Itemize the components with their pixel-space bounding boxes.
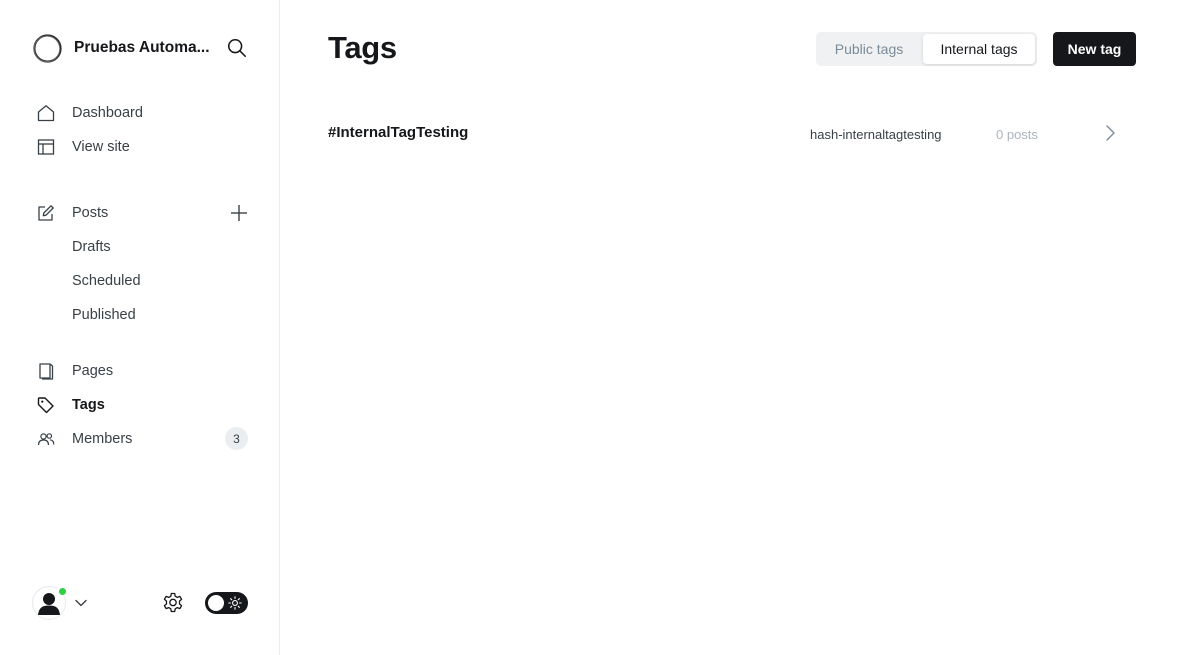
sun-icon — [228, 596, 242, 610]
tag-name[interactable]: #InternalTagTesting — [328, 124, 468, 141]
tab-internal-tags[interactable]: Internal tags — [923, 34, 1035, 64]
tab-public-tags[interactable]: Public tags — [818, 34, 920, 64]
main-content: Tags Public tags Internal tags New tag #… — [280, 0, 1184, 655]
nav-published[interactable]: Published — [32, 298, 252, 332]
site-name: Pruebas Automa... — [74, 39, 210, 56]
nav-members-label: Members — [72, 431, 133, 447]
nav-view-site[interactable]: View site — [32, 130, 252, 164]
home-icon — [37, 104, 55, 122]
nav-content: Pages Tags Members 3 — [32, 354, 252, 456]
nav-posts-label: Posts — [72, 205, 109, 221]
nav-drafts[interactable]: Drafts — [32, 230, 252, 264]
nav-posts-item[interactable]: Posts — [32, 196, 252, 230]
online-status-dot — [57, 586, 68, 597]
members-icon — [37, 430, 55, 448]
pencil-icon — [37, 204, 55, 222]
nav-pages[interactable]: Pages — [32, 354, 252, 388]
nav-dashboard-label: Dashboard — [72, 105, 143, 121]
sidebar-footer — [32, 586, 248, 620]
nav-scheduled-label: Scheduled — [72, 273, 141, 289]
site-brand[interactable]: Pruebas Automa... — [32, 32, 248, 64]
nav-posts: Posts Drafts Scheduled Published — [32, 196, 252, 332]
site-logo-icon — [33, 33, 62, 63]
user-avatar[interactable] — [32, 586, 68, 620]
nav-scheduled[interactable]: Scheduled — [32, 264, 252, 298]
toggle-knob — [208, 595, 224, 611]
layout-icon — [37, 138, 55, 156]
nav-members[interactable]: Members 3 — [32, 422, 252, 456]
tag-post-count[interactable]: 0 posts — [996, 127, 1038, 142]
page-icon — [37, 362, 55, 380]
search-icon[interactable] — [226, 37, 248, 59]
new-tag-button[interactable]: New tag — [1053, 32, 1136, 66]
tag-slug: hash-internaltagtesting — [810, 127, 942, 142]
nav-dashboard[interactable]: Dashboard — [32, 96, 252, 130]
nav-pages-label: Pages — [72, 363, 114, 379]
nav-tags[interactable]: Tags — [32, 388, 252, 422]
nav-view-site-label: View site — [72, 139, 130, 155]
chevron-right-icon[interactable] — [1103, 124, 1117, 142]
nav-drafts-label: Drafts — [72, 239, 111, 255]
table-row[interactable]: #InternalTagTesting hash-internaltagtest… — [328, 112, 1136, 154]
sidebar: Pruebas Automa... Dashboard View site Po… — [0, 0, 280, 655]
members-count-badge: 3 — [225, 427, 248, 450]
dark-mode-toggle[interactable] — [205, 592, 248, 614]
nav-main: Dashboard View site — [32, 96, 252, 164]
page-title: Tags — [328, 30, 397, 65]
nav-tags-label: Tags — [72, 397, 105, 413]
chevron-down-icon[interactable] — [74, 596, 88, 610]
tag-icon — [37, 396, 55, 414]
gear-icon[interactable] — [161, 591, 185, 615]
new-post-plus-icon[interactable] — [230, 204, 248, 222]
tag-visibility-tabs: Public tags Internal tags — [816, 32, 1037, 66]
nav-published-label: Published — [72, 307, 136, 323]
